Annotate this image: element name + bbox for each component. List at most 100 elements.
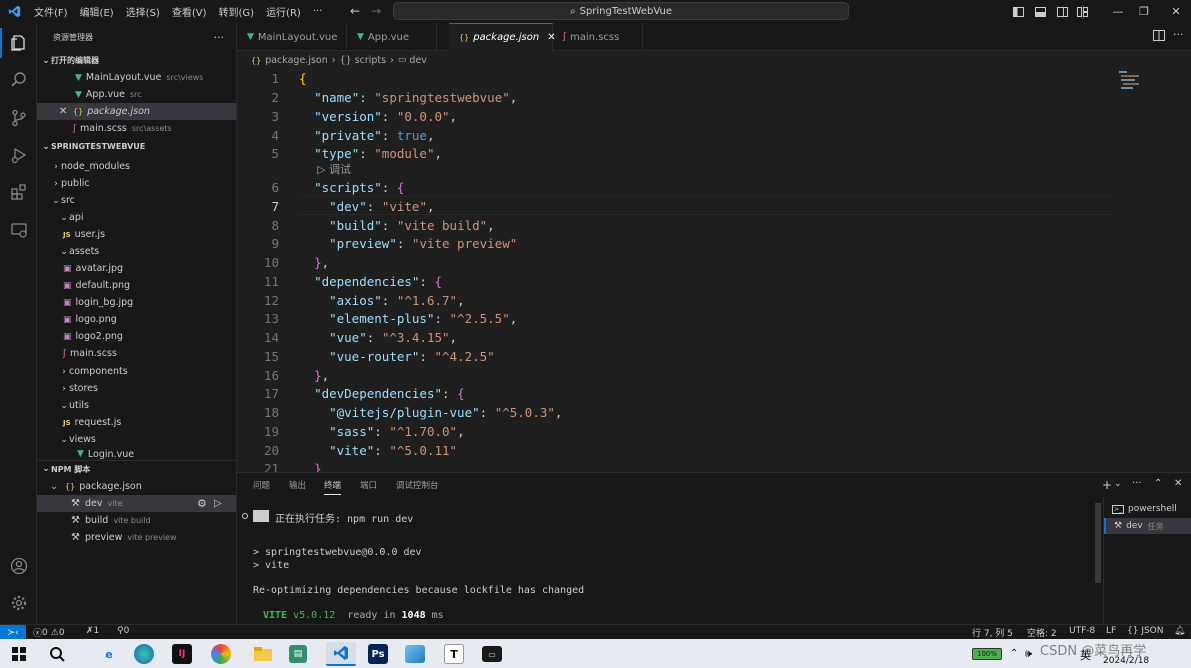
more-actions-icon[interactable]: ··· <box>1173 28 1184 41</box>
more-actions-icon[interactable]: ··· <box>214 31 225 44</box>
tree-folder[interactable]: › components <box>37 363 236 380</box>
line-endings[interactable]: LF <box>1106 626 1116 636</box>
npm-script-item[interactable]: ⚒ preview vite preview <box>37 529 236 546</box>
notifications-bell-icon[interactable]: 🔔︎ <box>1174 626 1185 636</box>
project-section[interactable]: ⌄ SPRINGTESTWEBVUE <box>37 138 236 155</box>
breadcrumb-scripts[interactable]: {} scripts <box>340 55 387 66</box>
customize-layout-icon[interactable] <box>1072 0 1092 23</box>
open-editor-item[interactable]: ʃ main.scss src\assets <box>37 120 236 137</box>
photoshop-icon[interactable]: Ps <box>368 644 388 664</box>
minimap[interactable] <box>1117 69 1143 99</box>
menu-more[interactable]: ··· <box>307 6 329 17</box>
open-editor-item-active[interactable]: ✕{} package.json <box>37 103 236 120</box>
menu-edit[interactable]: 编辑(E) <box>74 4 120 19</box>
edge-legacy-icon[interactable]: e <box>96 642 122 666</box>
extensions-icon[interactable] <box>0 177 37 207</box>
new-terminal-icon[interactable]: + <box>1102 478 1112 492</box>
debug-codelens[interactable]: ▷ 调试 <box>317 162 351 178</box>
tab-package-json[interactable]: {} package.json ✕ <box>449 23 556 51</box>
terminal-list-item[interactable]: >_ powershell <box>1104 501 1191 517</box>
tree-folder[interactable]: ⌄ views <box>37 431 236 448</box>
terminal-list-item-active[interactable]: ⚒ dev 任务 <box>1104 518 1191 534</box>
open-editor-item[interactable]: ▼ App.vue src <box>37 86 236 103</box>
search-icon[interactable] <box>0 65 37 95</box>
typora-icon[interactable]: T <box>444 644 464 664</box>
cursor-position[interactable]: 行 7, 列 5 <box>972 626 1013 639</box>
tab-mainlayout[interactable]: ▼ MainLayout.vue <box>237 23 347 51</box>
manage-gear-icon[interactable] <box>0 588 37 618</box>
chevron-down-icon[interactable]: ⌄ <box>1114 479 1122 489</box>
chrome-icon[interactable] <box>211 644 231 664</box>
npm-script-item[interactable]: ⚒ build vite build <box>37 512 236 529</box>
chevron-up-icon[interactable]: ⌃ <box>1010 648 1018 659</box>
tree-file[interactable]: ▣ logo.png <box>37 311 236 328</box>
tree-folder[interactable]: ⌄ api <box>37 209 236 226</box>
maximize-panel-icon[interactable]: ⌃ <box>1154 478 1162 489</box>
source-control-icon[interactable] <box>0 103 37 133</box>
file-explorer-icon[interactable] <box>250 642 276 666</box>
npm-scripts-section[interactable]: ⌄ NPM 脚本 <box>37 460 236 477</box>
tree-folder[interactable]: ⌄ assets <box>37 243 236 260</box>
vscode-taskbar-icon[interactable] <box>326 642 356 666</box>
intellij-idea-icon[interactable]: IJ <box>172 644 192 664</box>
toggle-primary-sidebar-icon[interactable] <box>1008 0 1028 23</box>
more-actions-icon[interactable]: ··· <box>1132 478 1142 489</box>
command-center-search[interactable]: ⌕ SpringTestWebVue <box>393 2 849 20</box>
tree-file[interactable]: ▣ default.png <box>37 277 236 294</box>
windows-start-icon[interactable] <box>6 642 32 666</box>
maximize-icon[interactable]: ❐ <box>1126 0 1162 23</box>
debug-script-icon[interactable]: ⚙ <box>197 497 207 510</box>
menu-go[interactable]: 转到(G) <box>213 4 261 19</box>
close-window-icon[interactable]: ✕ <box>1158 0 1191 23</box>
app-icon[interactable]: ▤ <box>289 645 307 663</box>
remote-indicator-icon[interactable]: ≻‹ <box>0 625 26 640</box>
tree-folder[interactable]: ⌄ src <box>37 192 236 209</box>
tree-file[interactable]: ▣ logo2.png <box>37 328 236 345</box>
explorer-icon[interactable] <box>0 28 37 58</box>
split-editor-icon[interactable] <box>1153 30 1165 44</box>
menu-file[interactable]: 文件(F) <box>28 4 74 19</box>
tree-file[interactable]: ▣ avatar.jpg <box>37 260 236 277</box>
workers-indicator[interactable]: ⚲0 <box>117 626 129 636</box>
back-arrow-icon[interactable]: ← <box>350 4 360 18</box>
problems-indicator[interactable]: ⓧ 0 ⚠ 0 <box>33 626 65 640</box>
open-editor-item[interactable]: ▼ MainLayout.vue src\views <box>37 69 236 86</box>
tree-file[interactable]: ʃ main.scss <box>37 345 236 362</box>
battery-indicator[interactable]: 100% <box>972 648 1002 660</box>
volume-icon[interactable]: 🕪︎ <box>1025 647 1032 661</box>
tree-folder[interactable]: › stores <box>37 380 236 397</box>
taskbar-date[interactable]: 2024/2/18 <box>1103 656 1149 666</box>
tree-file[interactable]: ▣ login_bg.jpg <box>37 294 236 311</box>
remote-explorer-icon[interactable] <box>0 215 37 245</box>
close-panel-icon[interactable]: ✕ <box>1174 478 1182 489</box>
breadcrumb-dev[interactable]: dev <box>409 55 427 66</box>
panel-tab-problems[interactable]: 问题 <box>253 479 270 491</box>
edge-browser-icon[interactable] <box>134 644 154 664</box>
toggle-panel-icon[interactable] <box>1030 0 1050 23</box>
tree-folder[interactable]: › node_modules <box>37 158 236 175</box>
terminal-scrollbar[interactable] <box>1095 503 1101 583</box>
tab-main-scss[interactable]: ʃ main.scss <box>553 23 643 51</box>
panel-tab-ports[interactable]: 端口 <box>360 479 377 491</box>
tree-file[interactable]: JS request.js <box>37 414 236 431</box>
ports-indicator[interactable]: ✗1 <box>86 626 99 636</box>
accounts-icon[interactable] <box>0 551 37 581</box>
npm-script-item[interactable]: ⚒ dev vite ⚙ ▷ <box>37 495 236 512</box>
tree-file[interactable]: JS user.js <box>37 226 236 243</box>
terminal-app-icon[interactable]: ▭ <box>482 646 502 662</box>
encoding[interactable]: UTF-8 <box>1069 626 1095 636</box>
menu-selection[interactable]: 选择(S) <box>120 4 166 19</box>
forward-arrow-icon[interactable]: → <box>371 4 381 18</box>
run-script-icon[interactable]: ▷ <box>214 498 222 509</box>
tab-app[interactable]: ▼ App.vue <box>347 23 437 51</box>
taskbar-search-icon[interactable] <box>44 642 70 666</box>
indentation[interactable]: 空格: 2 <box>1027 626 1057 639</box>
panel-tab-output[interactable]: 输出 <box>289 479 306 491</box>
panel-tab-terminal[interactable]: 终端 <box>324 479 342 495</box>
run-debug-icon[interactable] <box>0 140 37 170</box>
breadcrumb-file[interactable]: package.json <box>265 55 328 66</box>
panel-tab-debug-console[interactable]: 调试控制台 <box>396 479 439 491</box>
open-editors-section[interactable]: ⌄ 打开的编辑器 <box>37 52 236 69</box>
close-editor-icon[interactable]: ✕ <box>59 106 73 117</box>
menu-view[interactable]: 查看(V) <box>166 4 213 19</box>
